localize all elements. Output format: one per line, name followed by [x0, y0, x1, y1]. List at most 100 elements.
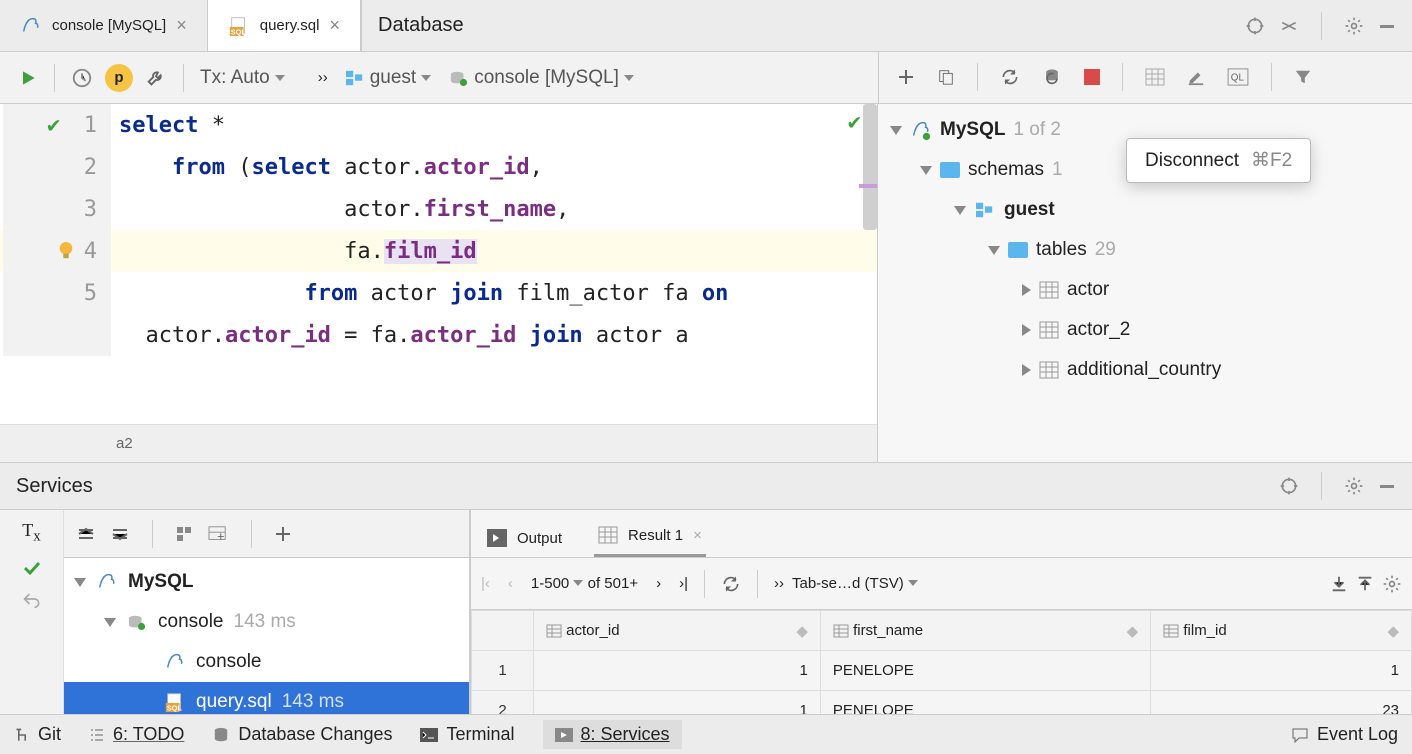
first-page-icon[interactable]: |‹ — [481, 575, 490, 592]
close-icon[interactable]: × — [176, 15, 187, 36]
svg-text:SQL: SQL — [167, 703, 183, 712]
next-page-icon[interactable]: › — [646, 575, 671, 592]
scrollbar-thumb[interactable] — [863, 104, 877, 230]
services-tree[interactable]: MySQL console 143 ms console SQL query.s… — [64, 558, 469, 726]
table-icon — [1039, 321, 1059, 339]
close-icon[interactable]: × — [330, 15, 341, 36]
history-button[interactable] — [63, 61, 101, 95]
collapse-icon[interactable] — [1279, 16, 1299, 36]
schema-selector[interactable]: guest — [336, 61, 440, 95]
chevron-right-icon[interactable] — [1022, 324, 1031, 336]
chevron-down-icon[interactable] — [988, 246, 1000, 255]
export-format[interactable]: Tab-se…d (TSV) — [792, 575, 918, 592]
prev-page-icon[interactable]: ‹ — [498, 575, 523, 592]
database-tree[interactable]: MySQL 1 of 2 schemas 1 guest tables 29 a… — [878, 104, 1412, 462]
table-row[interactable]: 11PENELOPE1 — [472, 651, 1412, 691]
refresh-button[interactable] — [992, 61, 1028, 93]
code-line[interactable]: actor.actor_id = fa.actor_id join actor … — [0, 314, 877, 356]
chevron-down-icon[interactable] — [954, 206, 966, 215]
duplicate-button[interactable] — [929, 62, 963, 92]
tab-query[interactable]: SQL query.sql × — [208, 0, 361, 51]
minimize-icon[interactable] — [1378, 17, 1396, 35]
page-range[interactable]: 1-500 of 501+ — [531, 575, 638, 592]
svg-text:QL: QL — [1231, 73, 1245, 84]
git-tool[interactable]: Git — [14, 724, 61, 745]
mysql-icon — [96, 571, 118, 593]
upload-icon[interactable] — [1356, 575, 1374, 593]
column-header: first_name◆ — [820, 611, 1150, 651]
code-line[interactable]: 5 from actor join film_actor fa on — [0, 272, 877, 314]
code-line[interactable]: 2 from (select actor.actor_id, — [0, 146, 877, 188]
target-icon[interactable] — [1245, 16, 1265, 36]
terminal-tool[interactable]: Terminal — [420, 724, 514, 745]
mysql-icon — [164, 651, 186, 673]
rollback-icon[interactable] — [22, 590, 42, 608]
chevron-down-icon[interactable] — [890, 126, 902, 135]
target-icon[interactable] — [1279, 476, 1299, 496]
terminal-icon — [420, 728, 438, 742]
context-menu[interactable]: Disconnect ⌘F2 — [1126, 138, 1311, 183]
git-icon — [14, 727, 30, 743]
services-icon — [555, 728, 573, 742]
menu-item-disconnect[interactable]: Disconnect — [1145, 150, 1239, 172]
db-changes-tool[interactable]: Database Changes — [212, 724, 392, 745]
p-badge[interactable]: p — [105, 64, 133, 92]
mysql-icon — [20, 15, 42, 37]
add-icon[interactable] — [274, 525, 292, 543]
stop-button[interactable] — [1076, 63, 1108, 91]
services-title: Services — [16, 475, 93, 498]
reload-icon[interactable] — [721, 574, 741, 594]
gear-icon[interactable] — [1344, 16, 1364, 36]
intention-bulb-icon[interactable] — [57, 240, 75, 262]
tab-result[interactable]: Result 1 × — [594, 516, 706, 557]
table-icon — [598, 526, 618, 544]
download-icon[interactable] — [1330, 575, 1348, 593]
gear-icon[interactable] — [1344, 476, 1364, 496]
database-panel-title: Database — [378, 14, 464, 37]
filter-icon[interactable] — [1286, 62, 1320, 92]
tx-icon[interactable]: Tx — [22, 520, 41, 546]
chevron-right-icon[interactable] — [1022, 284, 1031, 296]
tab-label: query.sql — [260, 17, 320, 34]
result-grid[interactable]: actor_id◆ first_name◆ film_id◆ 11PENELOP… — [471, 610, 1412, 731]
minimize-icon[interactable] — [1378, 477, 1396, 495]
services-tool[interactable]: 8: Services — [543, 720, 682, 749]
console-selector[interactable]: console [MySQL] — [440, 61, 643, 95]
edit-icon[interactable] — [1179, 62, 1213, 92]
add-button[interactable] — [889, 62, 923, 92]
more-icon[interactable]: ›› — [774, 575, 784, 592]
group-icon[interactable] — [175, 525, 193, 543]
column-header: film_id◆ — [1151, 611, 1412, 651]
chevron-down-icon[interactable] — [920, 166, 932, 175]
event-log[interactable]: Event Log — [1291, 724, 1398, 745]
schema-icon — [974, 201, 996, 219]
commit-icon[interactable] — [22, 560, 42, 576]
svg-text:+: + — [217, 529, 224, 543]
tab-output[interactable]: Output — [483, 519, 566, 557]
run-button[interactable] — [10, 62, 46, 94]
more-icon[interactable]: ›› — [310, 63, 336, 92]
code-line[interactable]: 4 fa.film_id — [0, 230, 877, 272]
tx-mode[interactable]: Tx: Auto — [192, 61, 294, 95]
table-node[interactable]: additional_country — [886, 350, 1404, 390]
code-line[interactable]: 1✔select * — [0, 104, 877, 146]
table-node[interactable]: actor — [886, 270, 1404, 310]
last-page-icon[interactable]: ›| — [679, 575, 688, 592]
close-icon[interactable]: × — [693, 527, 702, 544]
sql-file-icon: SQL — [164, 691, 186, 713]
table-icon — [1039, 281, 1059, 299]
expand-all-icon[interactable] — [76, 525, 96, 543]
code-line[interactable]: 3 actor.first_name, — [0, 188, 877, 230]
gear-icon[interactable] — [1382, 574, 1402, 594]
table-node[interactable]: actor_2 — [886, 310, 1404, 350]
wrench-icon[interactable] — [137, 61, 175, 95]
table-view-icon[interactable] — [1137, 62, 1173, 92]
filter-icon[interactable]: + — [207, 525, 229, 543]
sync-button[interactable] — [1034, 61, 1070, 93]
chevron-right-icon[interactable] — [1022, 364, 1031, 376]
ql-icon[interactable]: QL — [1219, 62, 1257, 92]
todo-tool[interactable]: 6: TODO — [89, 724, 184, 745]
folder-icon — [1008, 242, 1028, 258]
collapse-all-icon[interactable] — [110, 525, 130, 543]
tab-console[interactable]: console [MySQL] × — [0, 0, 208, 51]
